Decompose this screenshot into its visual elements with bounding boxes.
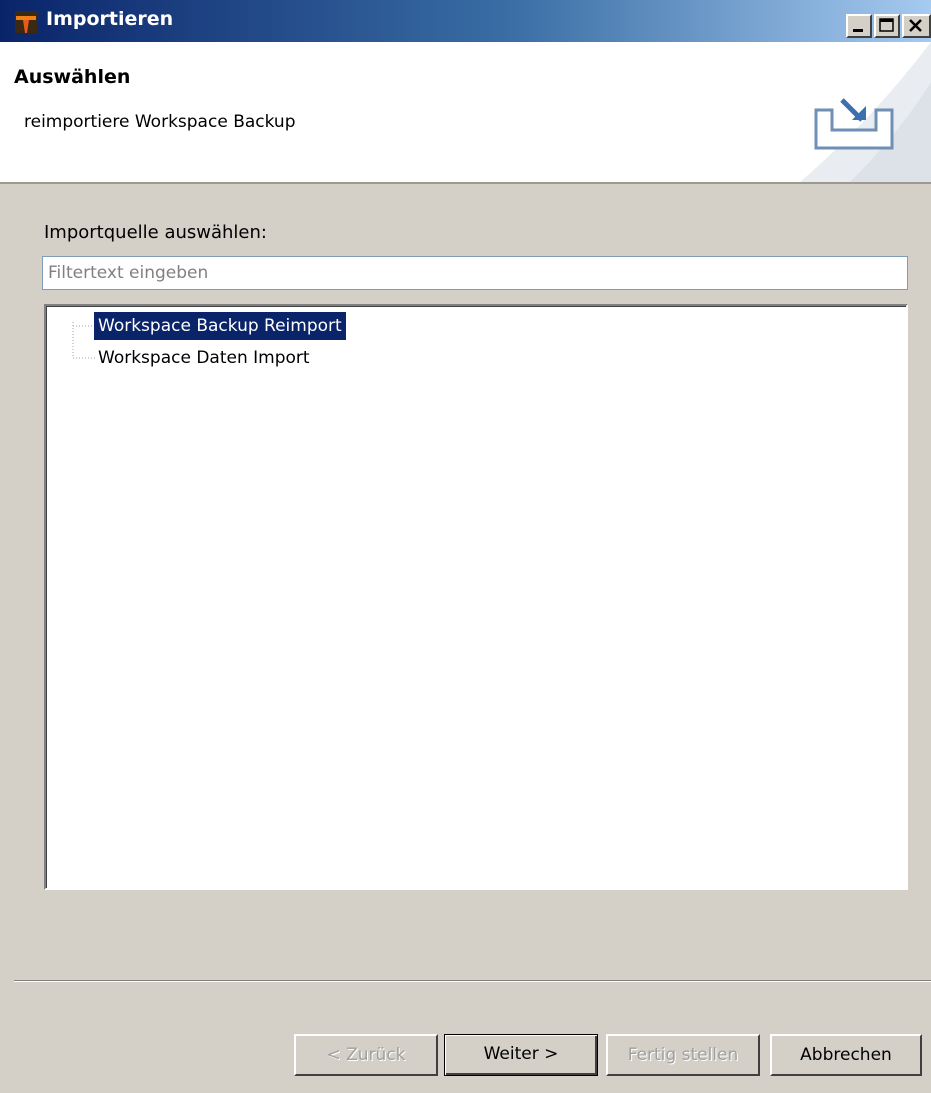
minimize-icon <box>853 29 863 32</box>
back-button[interactable]: < Zurück <box>294 1034 438 1076</box>
next-button[interactable]: Weiter > <box>444 1034 598 1076</box>
import-wizard-icon <box>814 98 894 150</box>
close-icon <box>909 19 922 32</box>
tree-item[interactable]: Workspace Daten Import <box>94 344 314 372</box>
wizard-header: Auswählen reimportiere Workspace Backup <box>0 42 931 184</box>
wizard-page-title: Auswählen <box>14 66 131 88</box>
close-button[interactable] <box>902 14 931 38</box>
import-dialog: Importieren Auswählen reimportiere Works… <box>0 0 931 1093</box>
tree-item[interactable]: Workspace Backup Reimport <box>94 312 346 340</box>
app-icon <box>15 11 37 33</box>
finish-button[interactable]: Fertig stellen <box>606 1034 760 1076</box>
wizard-page-description: reimportiere Workspace Backup <box>24 112 296 132</box>
minimize-button[interactable] <box>846 14 872 38</box>
filter-input[interactable] <box>42 256 908 290</box>
title-bar[interactable]: Importieren <box>0 0 931 42</box>
maximize-icon <box>879 18 894 32</box>
cancel-button[interactable]: Abbrechen <box>770 1034 922 1076</box>
maximize-button[interactable] <box>874 14 900 38</box>
import-source-label: Importquelle auswählen: <box>44 222 267 243</box>
window-title: Importieren <box>46 8 174 30</box>
separator <box>14 980 931 982</box>
import-source-tree[interactable]: Workspace Backup Reimport Workspace Date… <box>44 304 908 890</box>
